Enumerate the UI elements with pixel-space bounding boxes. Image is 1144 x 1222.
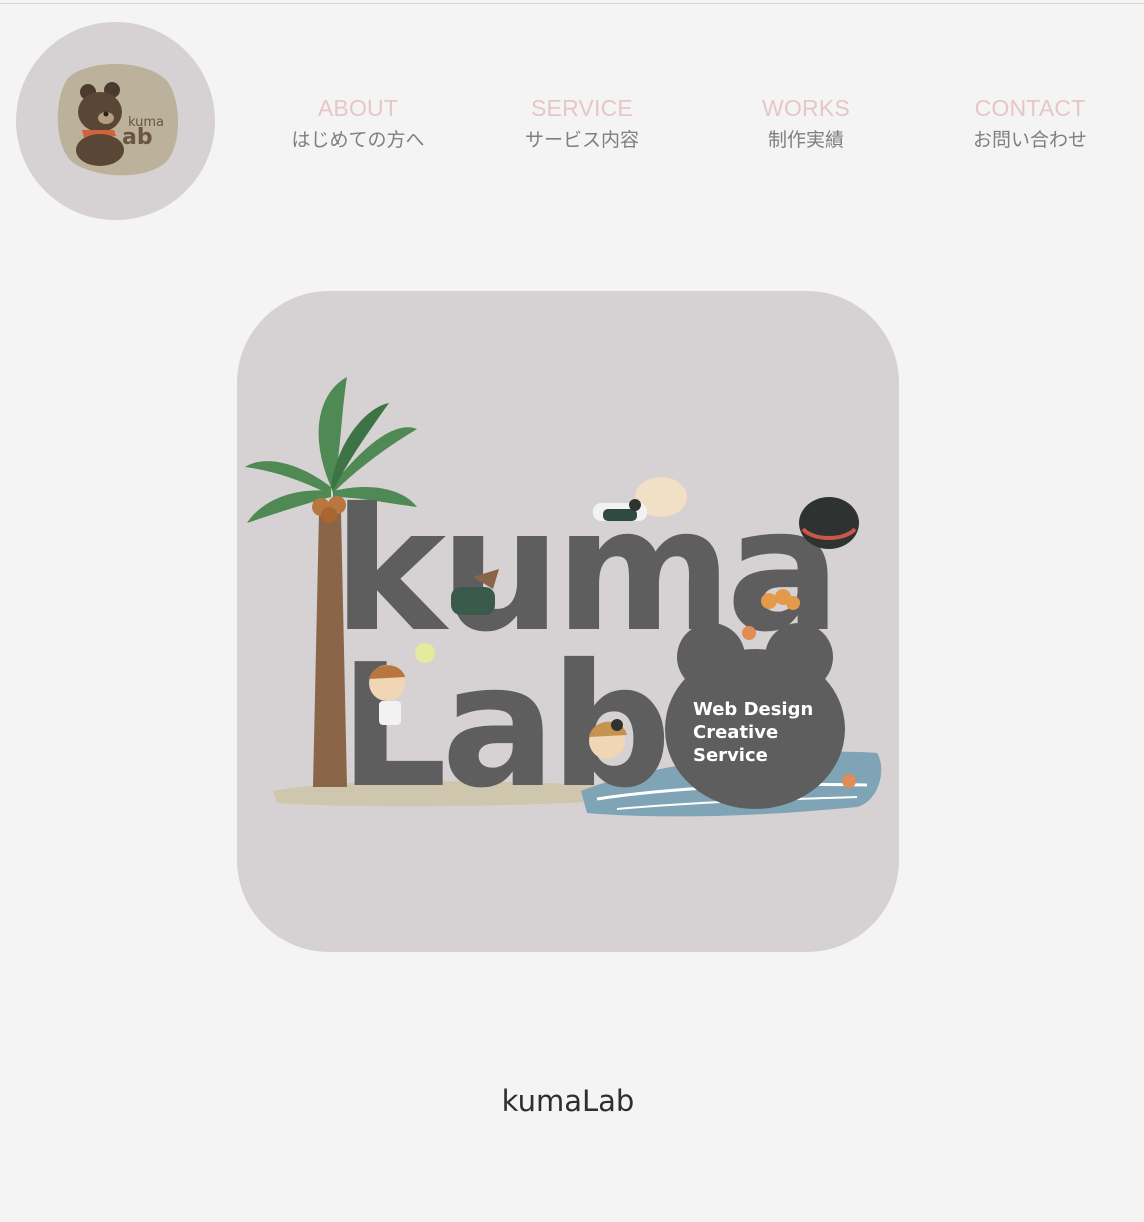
main-nav: ABOUT はじめての方へ SERVICE サービス内容 WORKS 制作実績 … [0,92,1144,162]
nav-service-jp: サービス内容 [524,129,639,151]
nav-works-en: WORKS [762,95,850,121]
hero-caption: kumaLab [501,1084,635,1118]
kumalab-illustration: kuma Lab [245,377,882,826]
nav-works-jp: 制作実績 [767,129,844,151]
nav-about[interactable]: ABOUT はじめての方へ [258,92,458,156]
nav-contact[interactable]: CONTACT お問い合わせ [930,92,1130,156]
tagline-line-1: Web Design [693,699,814,720]
nav-about-en: ABOUT [317,95,399,121]
nav-service[interactable]: SERVICE サービス内容 [482,92,682,156]
nav-works[interactable]: WORKS 制作実績 [706,92,906,156]
top-divider [0,3,1144,4]
nav-about-jp: はじめての方へ [291,129,425,151]
nav-contact-jp: お問い合わせ [972,129,1087,151]
nav-contact-en: CONTACT [974,95,1086,121]
tagline-line-3: Service [693,745,768,766]
hero-tagline: Web Design Creative Service [693,698,843,767]
nav-service-en: SERVICE [531,95,633,121]
tagline-line-2: Creative [693,722,779,743]
hero-illustration: kuma Lab Web Design Creative Service [237,291,899,952]
